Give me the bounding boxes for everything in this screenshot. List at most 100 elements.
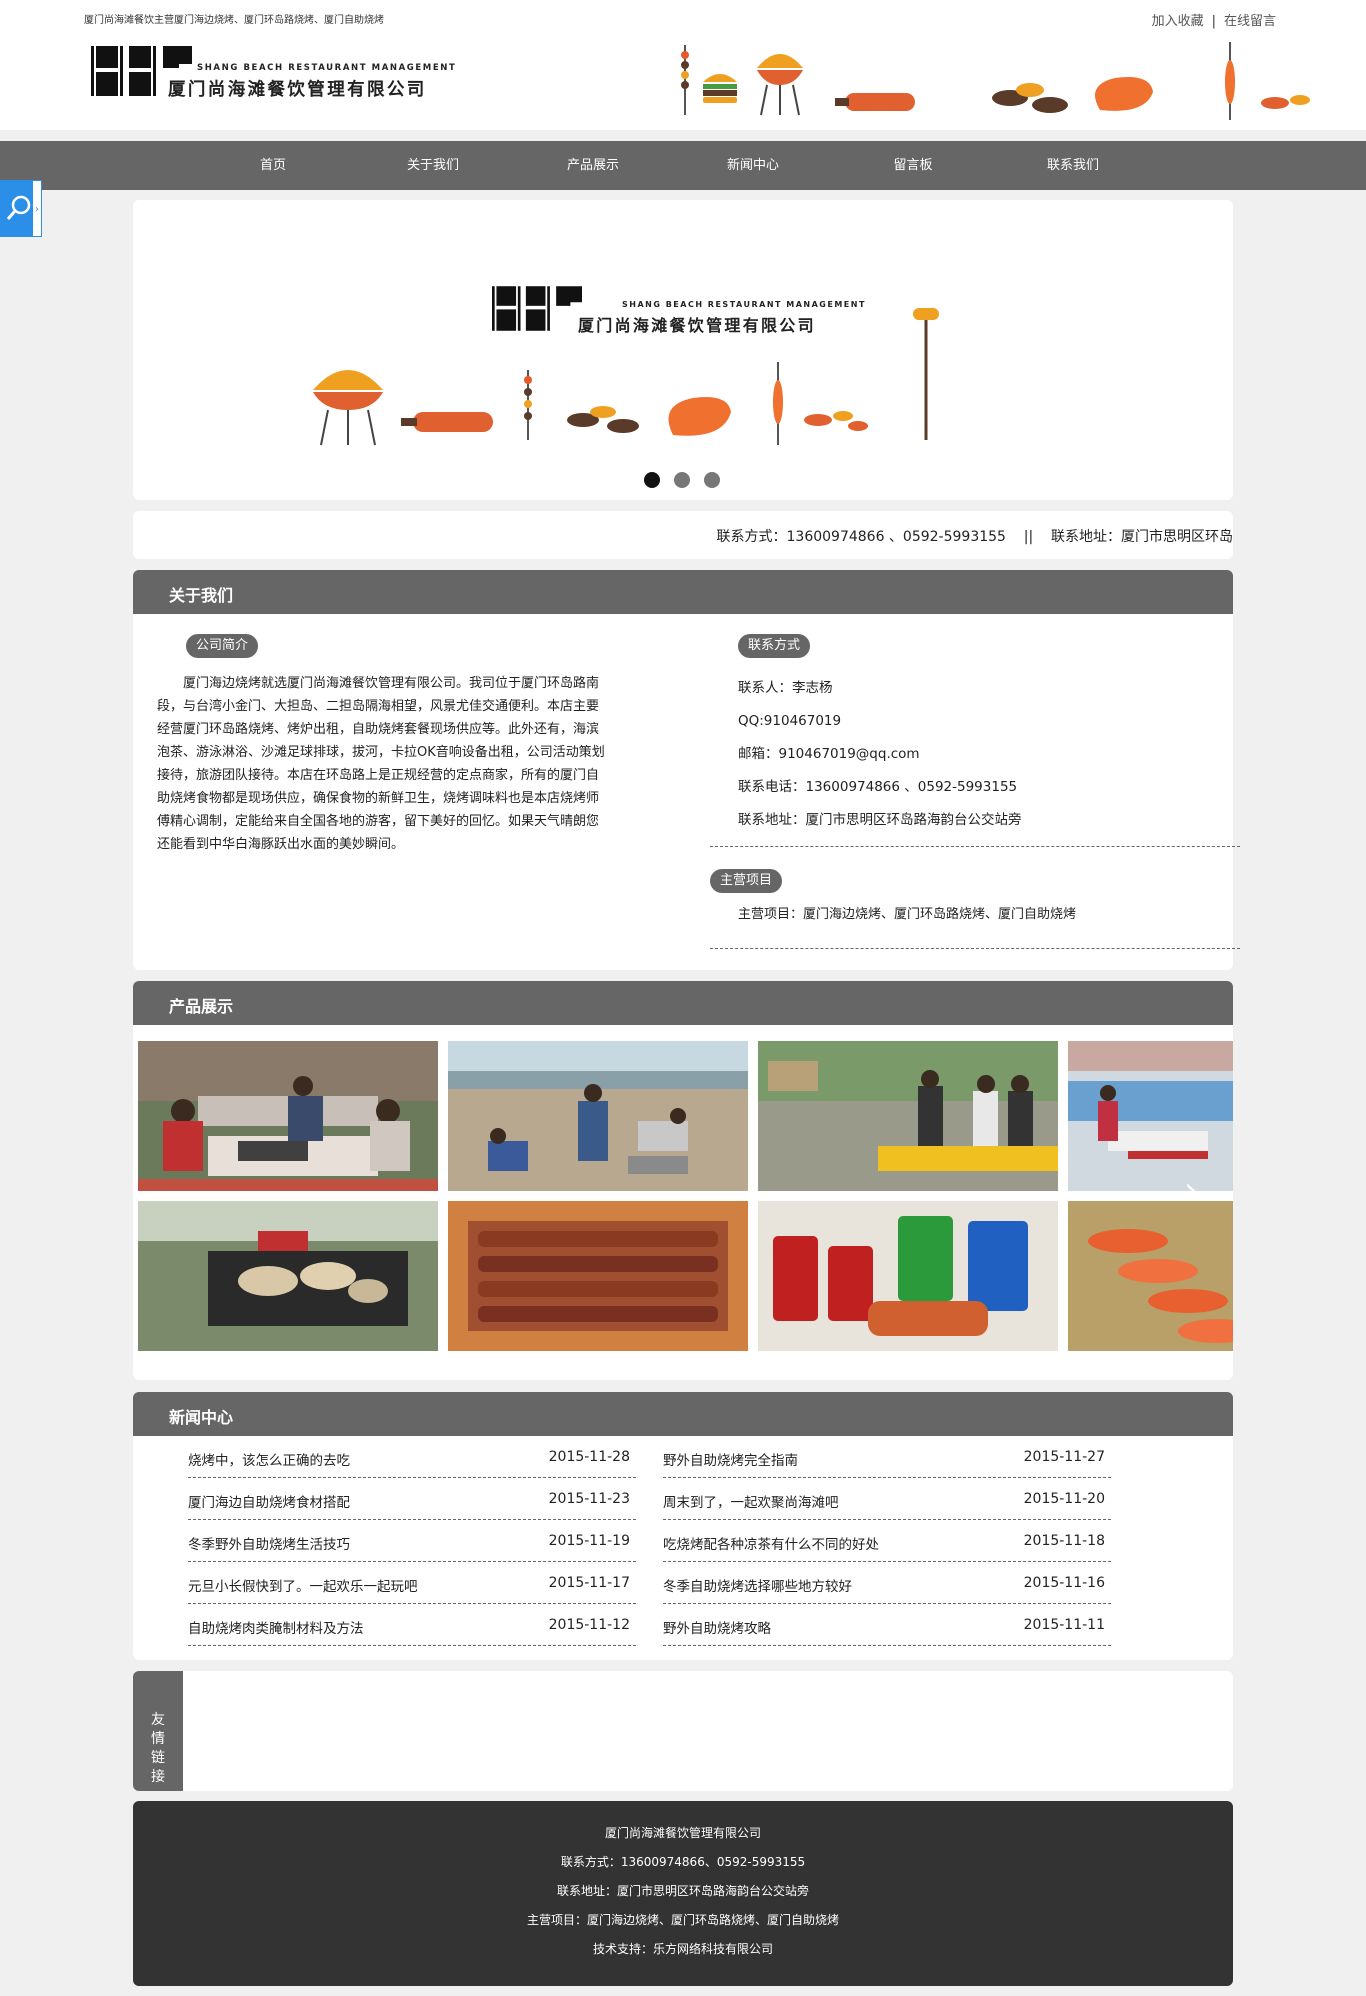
news-item[interactable]: 吃烧烤配各种凉茶有什么不同的好处 2015-11-18 [663,1520,1111,1562]
divider [710,846,1240,847]
hero-banner: SHANG BEACH RESTAURANT MANAGEMENT 厦门尚海滩餐… [133,200,1233,500]
contact-bar: 联系方式：13600974866 、0592-5993155 || 联系地址：厦… [133,511,1233,559]
news-title[interactable]: 厦门海边自助烧烤食材搭配 [188,1491,350,1511]
contact-qq: QQ:910467019 [738,713,842,729]
news-item[interactable]: 厦门海边自助烧烤食材搭配 2015-11-23 [188,1478,636,1520]
link-separator: | [1211,14,1216,29]
top-tagline: 厦门尚海滩餐饮主营厦门海边烧烤、厦门环岛路烧烤、厦门自助烧烤 [84,15,384,26]
online-message-link[interactable]: 在线留言 [1224,14,1276,29]
about-section-header: 关于我们 [133,570,1233,614]
footer-business: 主营项目：厦门海边烧烤、厦门环岛路烧烤、厦门自助烧烤 [526,1913,839,1927]
contact-label: 联系方式 [738,634,811,658]
friend-label-char: 情 [151,1731,165,1747]
banner-bbq-illustration-icon [313,308,939,446]
divider [710,948,1240,949]
news-title[interactable]: 野外自助烧烤完全指南 [663,1449,798,1469]
site-logo[interactable]: SHANG BEACH RESTAURANT MANAGEMENT 厦门尚海滩餐… [91,46,455,102]
logo-english-name: SHANG BEACH RESTAURANT MANAGEMENT [197,63,457,73]
news-title[interactable]: 元旦小长假快到了。一起欢乐一起玩吧 [188,1575,418,1595]
product-photo-bbq-table[interactable] [138,1041,438,1191]
nav-item-contact[interactable]: 联系我们 [1013,141,1133,190]
news-date: 2015-11-27 [1023,1449,1105,1465]
intro-text: 厦门海边烧烤就选厦门尚海滩餐饮管理有限公司。我司位于厦门环岛路南段，与台湾小金门… [157,676,605,852]
product-photo-drinks[interactable] [758,1201,1058,1351]
contact-list: 联系人：李志杨 QQ:910467019 邮箱：910467019@qq.com… [738,672,1022,837]
news-title[interactable]: 吃烧烤配各种凉茶有什么不同的好处 [663,1533,879,1553]
about-section: 公司简介 厦门海边烧烤就选厦门尚海滩餐饮管理有限公司。我司位于厦门环岛路南段，与… [133,614,1240,970]
news-date: 2015-11-17 [548,1575,630,1591]
news-date: 2015-11-11 [1023,1617,1105,1633]
product-photo-outdoor-grill[interactable] [758,1041,1058,1191]
site-footer: 厦门尚海滩餐饮管理有限公司 联系方式：13600974866、0592-5993… [133,1801,1233,1986]
contact-phone: 联系电话：13600974866 、0592-5993155 [738,779,1018,795]
nav-item-products[interactable]: 产品展示 [533,141,653,190]
news-title[interactable]: 冬季自助烧烤选择哪些地方较好 [663,1575,852,1595]
news-column-right: 野外自助烧烤完全指南 2015-11-27 周末到了，一起欢聚尚海滩吧 2015-1… [663,1436,1111,1646]
expand-tab-icon[interactable]: › [32,180,42,237]
friend-label-char: 链 [151,1750,165,1766]
news-section-header: 新闻中心 [133,1392,1233,1436]
intro-label: 公司简介 [186,634,259,658]
floating-search-button[interactable]: › [0,180,42,237]
product-photo-beach-group[interactable] [448,1041,748,1191]
product-photo-tent-dining[interactable] [1068,1041,1233,1191]
footer-tech-support: 技术支持：乐方网络科技有限公司 [592,1942,773,1956]
slider-dot-2[interactable] [674,472,690,488]
main-nav: 首页 关于我们 产品展示 新闻中心 留言板 联系我们 [0,141,1366,190]
friend-label-char: 友 [151,1712,165,1728]
news-date: 2015-11-23 [548,1491,630,1507]
contact-person: 联系人：李志杨 [738,680,833,696]
news-title[interactable]: 野外自助烧烤攻略 [663,1617,771,1637]
products-heading: 产品展示 [169,997,234,1016]
product-photo-shrimp[interactable] [1068,1201,1233,1351]
news-item[interactable]: 冬季自助烧烤选择哪些地方较好 2015-11-16 [663,1562,1111,1604]
news-title[interactable]: 自助烧烤肉类腌制材料及方法 [188,1617,364,1637]
friend-label-char: 接 [151,1769,165,1785]
footer-spacer [133,1801,1233,1819]
chevron-right-icon[interactable]: › [1184,1173,1214,1207]
contact-email: 邮箱：910467019@qq.com [738,746,920,762]
news-title[interactable]: 冬季野外自助烧烤生活技巧 [188,1533,350,1553]
news-date: 2015-11-28 [548,1449,630,1465]
news-item[interactable]: 元旦小长假快到了。一起欢乐一起玩吧 2015-11-17 [188,1562,636,1604]
slider-dot-1[interactable] [644,472,660,488]
news-item[interactable]: 野外自助烧烤攻略 2015-11-11 [663,1604,1111,1646]
search-icon [6,195,31,220]
product-photo-meat-skewers[interactable] [448,1201,748,1351]
news-date: 2015-11-16 [1023,1575,1105,1591]
footer-phone: 联系方式：13600974866、0592-5993155 [560,1855,806,1869]
bbq-illustration-icon [681,42,1310,120]
footer-address: 联系地址：厦门市思明区环岛路海韵台公交站旁 [556,1884,809,1898]
friend-links-section: 友情链接 [133,1671,1233,1791]
products-section: › [133,1025,1233,1380]
product-photo-grill-seafood[interactable] [138,1201,438,1351]
contact-bar-text: 联系方式：13600974866 、0592-5993155 || 联系地址：厦… [716,529,1234,545]
top-links: 加入收藏 | 在线留言 [1152,10,1276,29]
contact-address: 联系地址：厦门市思明区环岛路海韵台公交站旁 [738,812,1022,828]
add-favorite-link[interactable]: 加入收藏 [1152,14,1204,29]
news-date: 2015-11-18 [1023,1533,1105,1549]
footer-company: 厦门尚海滩餐饮管理有限公司 [604,1826,761,1840]
products-section-header: 产品展示 [133,981,1233,1025]
friend-links-label: 友情链接 [133,1671,183,1791]
news-item[interactable]: 烧烤中，该怎么正确的去吃 2015-11-28 [188,1436,636,1478]
news-heading: 新闻中心 [169,1408,234,1427]
news-section: 烧烤中，该怎么正确的去吃 2015-11-28 厦门海边自助烧烤食材搭配 2015-… [133,1436,1233,1660]
news-title[interactable]: 烧烤中，该怎么正确的去吃 [188,1449,350,1469]
business-text: 主营项目：厦门海边烧烤、厦门环岛路烧烤、厦门自助烧烤 [738,907,1077,922]
news-date: 2015-11-19 [548,1533,630,1549]
nav-item-home[interactable]: 首页 [213,141,333,190]
about-heading: 关于我们 [169,586,234,605]
logo-chinese-name: 厦门尚海滩餐饮管理有限公司 [168,80,427,100]
news-item[interactable]: 自助烧烤肉类腌制材料及方法 2015-11-12 [188,1604,636,1646]
nav-item-news[interactable]: 新闻中心 [693,141,813,190]
nav-item-about[interactable]: 关于我们 [373,141,493,190]
slider-dot-3[interactable] [704,472,720,488]
news-item[interactable]: 冬季野外自助烧烤生活技巧 2015-11-19 [188,1520,636,1562]
news-item[interactable]: 野外自助烧烤完全指南 2015-11-27 [663,1436,1111,1478]
news-column-left: 烧烤中，该怎么正确的去吃 2015-11-28 厦门海边自助烧烤食材搭配 2015-… [188,1436,636,1646]
news-title[interactable]: 周末到了，一起欢聚尚海滩吧 [663,1491,839,1511]
news-date: 2015-11-20 [1023,1491,1105,1507]
news-item[interactable]: 周末到了，一起欢聚尚海滩吧 2015-11-20 [663,1478,1111,1520]
nav-item-guestbook[interactable]: 留言板 [853,141,973,190]
